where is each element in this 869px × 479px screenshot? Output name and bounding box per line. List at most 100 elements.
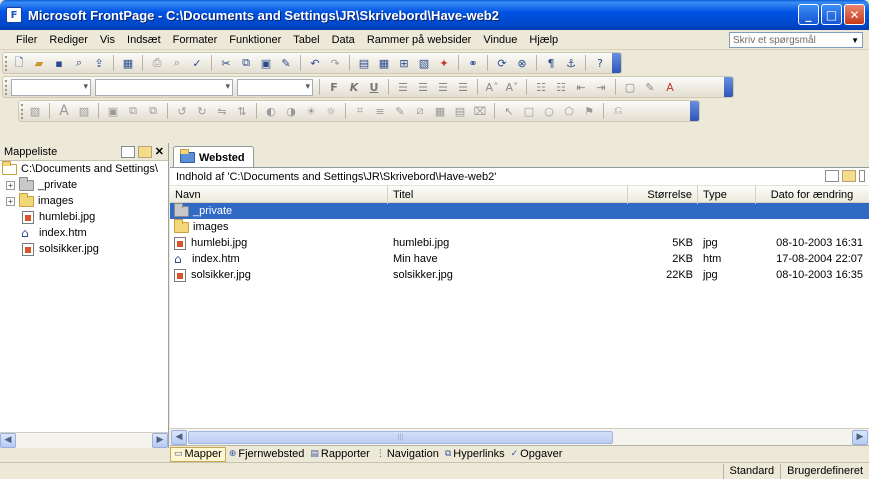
column-header-date[interactable]: Dato for ændring (756, 186, 868, 204)
select-icon[interactable]: ↖ (501, 103, 517, 119)
align-right-icon[interactable]: ☰ (435, 79, 451, 95)
scroll-left-icon[interactable]: ◀ (0, 433, 16, 448)
more-contrast-icon[interactable]: ◐ (263, 103, 279, 119)
position-absolute-icon[interactable]: ▣ (105, 103, 121, 119)
less-brightness-icon[interactable]: ☼ (323, 103, 339, 119)
table-row[interactable]: humlebi.jpg humlebi.jpg 5KB jpg 08-10-20… (170, 235, 869, 251)
tab-websted[interactable]: Websted (173, 146, 254, 168)
view-hyperlinks[interactable]: ⧉ Hyperlinks (442, 447, 508, 462)
paste-icon[interactable]: ▣ (258, 55, 274, 71)
justify-icon[interactable]: ☰ (455, 79, 471, 95)
toolbar-grip[interactable] (21, 104, 24, 119)
column-header-size[interactable]: Størrelse (628, 186, 698, 204)
menu-funktioner[interactable]: Funktioner (223, 34, 287, 46)
more-brightness-icon[interactable]: ☀ (303, 103, 319, 119)
font-combo[interactable] (95, 78, 233, 96)
show-all-icon[interactable]: ¶ (543, 55, 559, 71)
decrease-indent-icon[interactable]: ⇤ (573, 79, 589, 95)
publish-icon[interactable]: ⇪ (91, 55, 107, 71)
print-icon[interactable]: ⎙ (149, 55, 165, 71)
menu-rammer[interactable]: Rammer på websider (361, 34, 478, 46)
stop-icon[interactable]: ⊗ (514, 55, 530, 71)
toolbar-grip[interactable] (5, 80, 8, 95)
tree-item-humlebi[interactable]: humlebi.jpg (0, 209, 168, 225)
new-page-icon[interactable] (120, 145, 135, 158)
anchor-icon[interactable]: ⚓ (563, 55, 579, 71)
format-picture-icon[interactable]: ✎ (392, 103, 408, 119)
menu-vis[interactable]: Vis (94, 34, 121, 46)
open-icon[interactable]: ▰ (31, 55, 47, 71)
cut-icon[interactable]: ✂ (218, 55, 234, 71)
line-style-icon[interactable]: ≡ (372, 103, 388, 119)
menu-tabel[interactable]: Tabel (287, 34, 325, 46)
column-header-name[interactable]: Navn (170, 186, 388, 204)
polygon-icon[interactable]: ⬠ (561, 103, 577, 119)
bring-forward-icon[interactable]: ⧉ (125, 103, 141, 119)
increase-indent-icon[interactable]: ⇥ (593, 79, 609, 95)
borders-icon[interactable]: ▢ (622, 79, 638, 95)
insert-picture-icon[interactable]: ▧ (27, 103, 43, 119)
table-row[interactable]: _private (170, 202, 869, 219)
refresh-icon[interactable]: ⟳ (494, 55, 510, 71)
bullets-icon[interactable]: ☷ (553, 79, 569, 95)
view-folders[interactable]: ▭ Mapper (170, 446, 226, 462)
text-icon[interactable]: A (56, 103, 72, 119)
underline-icon[interactable]: U (366, 79, 382, 95)
frontpage-app-icon[interactable]: F (6, 7, 22, 23)
align-left-icon[interactable]: ☰ (395, 79, 411, 95)
view-navigation[interactable]: ⋮ Navigation (373, 447, 442, 462)
maximize-button[interactable]: □ (821, 4, 842, 25)
table-row[interactable]: ⌂ index.htm Min have 2KB htm 17-08-2004 … (170, 251, 869, 267)
view-reports[interactable]: ▤ Rapporter (307, 447, 372, 462)
copy-icon[interactable]: ⧉ (238, 55, 254, 71)
flip-horizontal-icon[interactable]: ⇋ (214, 103, 230, 119)
table-row[interactable]: solsikker.jpg solsikker.jpg 22KB jpg 08-… (170, 267, 869, 283)
bevel-icon[interactable]: ▤ (452, 103, 468, 119)
format-painter-icon[interactable]: ✎ (278, 55, 294, 71)
menu-data[interactable]: Data (326, 34, 361, 46)
column-header-type[interactable]: Type (698, 186, 756, 204)
italic-icon[interactable]: K (346, 79, 362, 95)
view-tasks[interactable]: ✓ Opgaver (508, 447, 566, 462)
tree-root[interactable]: C:\Documents and Settings\ (0, 160, 168, 177)
color-icon[interactable]: ▦ (432, 103, 448, 119)
main-horizontal-scrollbar[interactable]: ◀ ||| ▶ (170, 428, 869, 445)
tree-item-index[interactable]: ⌂ index.htm (0, 225, 168, 241)
rectangle-icon[interactable]: □ (521, 103, 537, 119)
align-center-icon[interactable]: ☰ (415, 79, 431, 95)
send-backward-icon[interactable]: ⧉ (145, 103, 161, 119)
auto-thumbnail-icon[interactable]: ▨ (76, 103, 92, 119)
crop-icon[interactable]: ⌗ (352, 103, 368, 119)
flip-vertical-icon[interactable]: ⇅ (234, 103, 250, 119)
increase-font-icon[interactable]: Aˆ (484, 79, 500, 95)
restore-icon[interactable]: ⎌ (610, 103, 626, 119)
font-size-combo[interactable] (237, 78, 313, 96)
scroll-thumb[interactable]: ||| (188, 431, 613, 444)
minimize-button[interactable]: _ (798, 4, 819, 25)
bold-icon[interactable]: F (326, 79, 342, 95)
redo-icon[interactable]: ↷ (327, 55, 343, 71)
rotate-right-icon[interactable]: ↻ (194, 103, 210, 119)
menu-indsaet[interactable]: Indsæt (121, 34, 167, 46)
folder-pane-scrollbar[interactable]: ◀ ▶ (0, 432, 168, 448)
hyperlink-icon[interactable]: ⚭ (465, 55, 481, 71)
menu-formater[interactable]: Formater (167, 34, 224, 46)
new-folder-icon[interactable] (137, 145, 152, 158)
toolbar-grip[interactable] (5, 56, 8, 71)
menu-rediger[interactable]: Rediger (43, 34, 94, 46)
style-combo[interactable] (11, 78, 91, 96)
view-remote-site[interactable]: ⊕ Fjernwebsted (226, 447, 308, 462)
toolbar-options-button[interactable] (724, 77, 733, 97)
insert-layer-icon[interactable]: ⊞ (396, 55, 412, 71)
column-header-title[interactable]: Titel (388, 186, 628, 204)
new-page-icon[interactable]: 🗋 (11, 55, 27, 71)
expand-icon[interactable]: + (6, 196, 15, 206)
menu-vindue[interactable]: Vindue (477, 34, 523, 46)
table-row[interactable]: images (170, 218, 869, 235)
circle-icon[interactable]: ○ (541, 103, 557, 119)
new-folder-icon[interactable] (842, 170, 856, 182)
font-color-icon[interactable]: A (662, 79, 678, 95)
toolbar-options-button[interactable] (612, 53, 621, 73)
resample-icon[interactable]: ⌧ (472, 103, 488, 119)
save-icon[interactable]: ▪ (51, 55, 67, 71)
